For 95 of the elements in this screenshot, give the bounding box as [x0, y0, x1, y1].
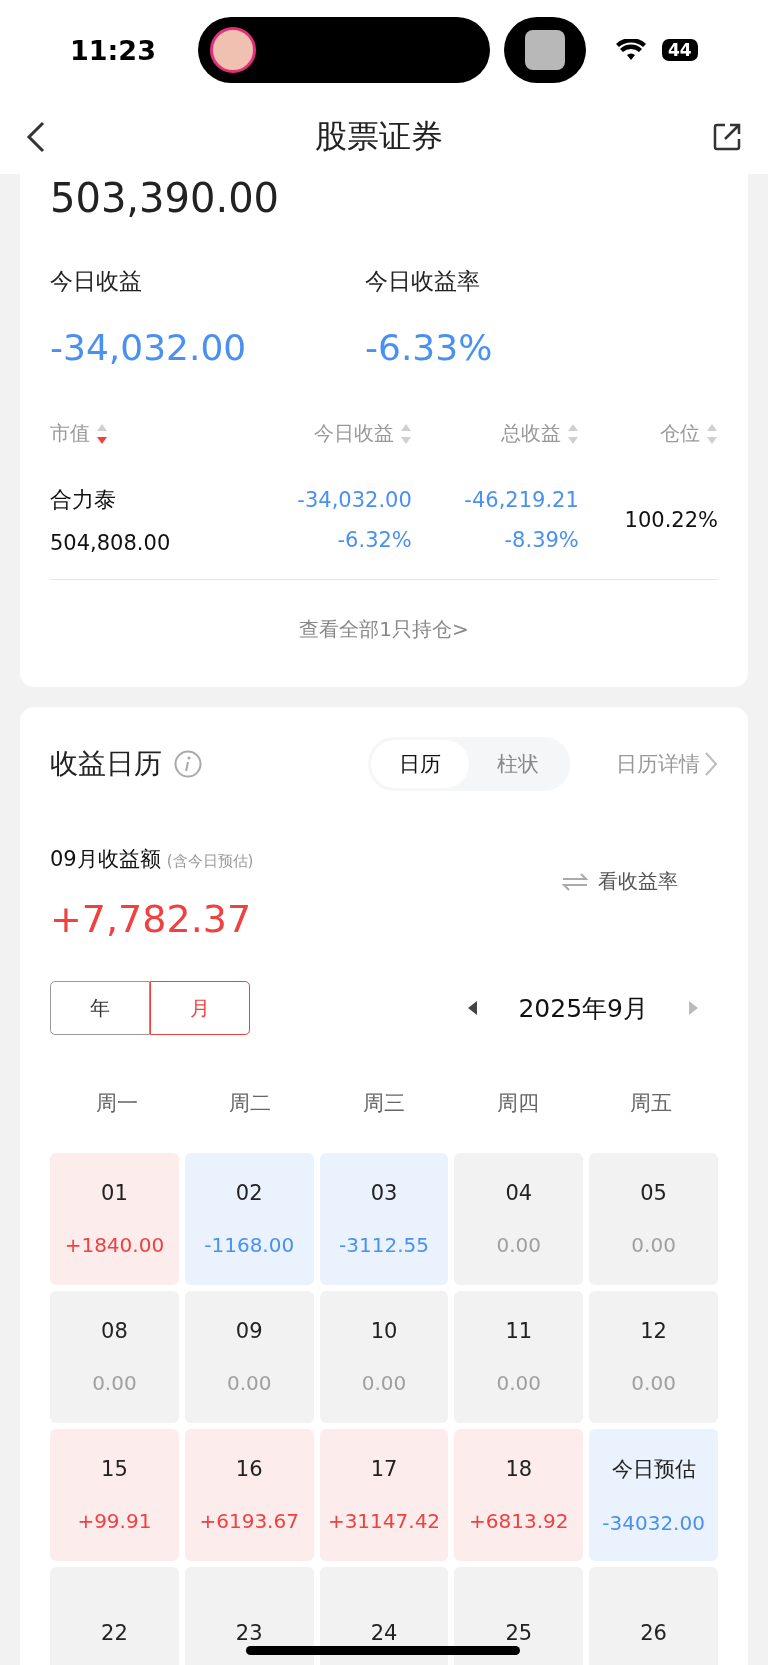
calendar-day[interactable]: 17 +31147.42 [319, 1429, 449, 1561]
day-profit: +6813.92 [469, 1509, 569, 1533]
day-number: 04 [505, 1181, 533, 1205]
total-profit-percent: -8.39% [504, 528, 579, 552]
today-profit-percent: -6.32% [337, 528, 412, 552]
day-number: 17 [370, 1457, 398, 1481]
swap-icon [562, 872, 588, 891]
current-month: 2025年9月 [518, 992, 648, 1025]
day-number: 23 [235, 1621, 263, 1645]
month-profit-note: (含今日预估) [166, 852, 254, 870]
month-profit-value: +7,782.37 [50, 897, 253, 941]
day-profit: -34032.00 [602, 1511, 705, 1535]
weekday-label: 周四 [495, 1090, 540, 1117]
day-number: 25 [505, 1621, 533, 1645]
today-profit-amount: -34,032.00 [297, 488, 412, 512]
weekday-label: 周一 [94, 1090, 139, 1117]
day-number: 22 [101, 1621, 128, 1645]
day-number: 09 [235, 1319, 263, 1343]
back-icon[interactable] [26, 121, 46, 153]
calendar-day[interactable]: 24 [319, 1567, 449, 1665]
wifi-icon [616, 39, 646, 61]
day-profit: -1168.00 [204, 1233, 295, 1257]
day-profit: 0.00 [361, 1371, 407, 1395]
day-number: 18 [505, 1457, 533, 1481]
status-time: 11:23 [70, 34, 157, 66]
total-profit-amount: -46,219.21 [464, 488, 579, 512]
day-profit: 0.00 [496, 1233, 542, 1257]
view-all-link[interactable]: 查看全部1只持仓> [50, 616, 718, 643]
avatar-icon [210, 27, 256, 73]
period-tab[interactable]: 月 [150, 981, 250, 1035]
today-rate-value: -6.33% [365, 327, 494, 368]
view-tab[interactable]: 日历 [371, 740, 469, 788]
day-number: 12 [640, 1319, 667, 1343]
calendar-day[interactable]: 03 -3112.55 [319, 1153, 449, 1285]
day-profit: +6193.67 [199, 1509, 299, 1533]
period-tab[interactable]: 年 [50, 981, 150, 1035]
total-assets: 503,390.00 [50, 174, 281, 220]
calendar-day[interactable]: 12 0.00 [589, 1291, 718, 1423]
day-profit: 0.00 [631, 1371, 676, 1395]
today-profit-label: 今日收益 [50, 267, 143, 296]
day-profit: 0.00 [92, 1371, 137, 1395]
previous-month-icon[interactable] [468, 1001, 479, 1015]
calendar-day[interactable]: 23 [184, 1567, 314, 1665]
info-icon[interactable] [174, 750, 202, 778]
day-number: 16 [235, 1457, 263, 1481]
calendar-title: 收益日历 [50, 746, 162, 782]
calendar-day[interactable]: 09 0.00 [184, 1291, 314, 1423]
weekday-label: 周二 [228, 1090, 273, 1117]
battery-level: 44 [662, 39, 698, 61]
today-rate-label: 今日收益率 [365, 267, 481, 296]
day-profit: 0.00 [631, 1233, 676, 1257]
share-icon[interactable] [712, 122, 742, 152]
calendar-day[interactable]: 02 -1168.00 [184, 1153, 314, 1285]
day-number: 15 [101, 1457, 128, 1481]
day-number: 今日预估 [611, 1456, 696, 1483]
calendar-day[interactable]: 18 +6813.92 [454, 1429, 584, 1561]
day-number: 10 [370, 1319, 398, 1343]
day-profit: -3112.55 [339, 1233, 429, 1257]
calendar-day[interactable]: 25 [454, 1567, 584, 1665]
avatar-icon [525, 30, 565, 70]
calendar-day[interactable]: 16 +6193.67 [184, 1429, 314, 1561]
rate-switch-link[interactable]: 看收益率 [562, 868, 678, 895]
day-number: 02 [235, 1181, 263, 1205]
calendar-day[interactable]: 05 0.00 [589, 1153, 718, 1285]
stock-name: 合力泰 [50, 486, 116, 514]
day-number: 08 [101, 1319, 128, 1343]
day-number: 03 [370, 1181, 398, 1205]
day-profit: +1840.00 [64, 1233, 165, 1257]
page-title: 股票证券 [315, 116, 443, 157]
day-number: 11 [505, 1319, 533, 1343]
calendar-day[interactable]: 11 0.00 [454, 1291, 584, 1423]
today-profit-value: -34,032.00 [50, 327, 248, 368]
market-value: 504,808.00 [50, 531, 171, 555]
calendar-day[interactable]: 04 0.00 [454, 1153, 584, 1285]
day-profit: 0.00 [496, 1371, 542, 1395]
day-number: 24 [370, 1621, 398, 1645]
day-profit: 0.00 [226, 1371, 272, 1395]
weekday-label: 周三 [362, 1090, 406, 1117]
calendar-day[interactable]: 08 0.00 [50, 1291, 179, 1423]
day-number: 05 [640, 1181, 667, 1205]
position-ratio: 100.22% [624, 508, 718, 532]
calendar-day[interactable]: 10 0.00 [319, 1291, 449, 1423]
calendar-day[interactable]: 22 [50, 1567, 179, 1665]
day-profit: +31147.42 [327, 1509, 441, 1533]
day-number: 26 [640, 1621, 667, 1645]
next-month-icon[interactable] [688, 1001, 698, 1015]
calendar-day[interactable]: 15 +99.91 [50, 1429, 179, 1561]
calendar-day[interactable]: 26 [589, 1567, 718, 1665]
calendar-day[interactable]: 今日预估 -34032.00 [589, 1429, 718, 1561]
day-profit: +99.91 [77, 1509, 152, 1533]
weekday-label: 周五 [629, 1090, 674, 1117]
calendar-day[interactable]: 01 +1840.00 [50, 1153, 179, 1285]
month-profit-label: 09月收益额 [50, 847, 161, 871]
chevron-right-icon [704, 751, 718, 777]
day-number: 01 [101, 1181, 128, 1205]
